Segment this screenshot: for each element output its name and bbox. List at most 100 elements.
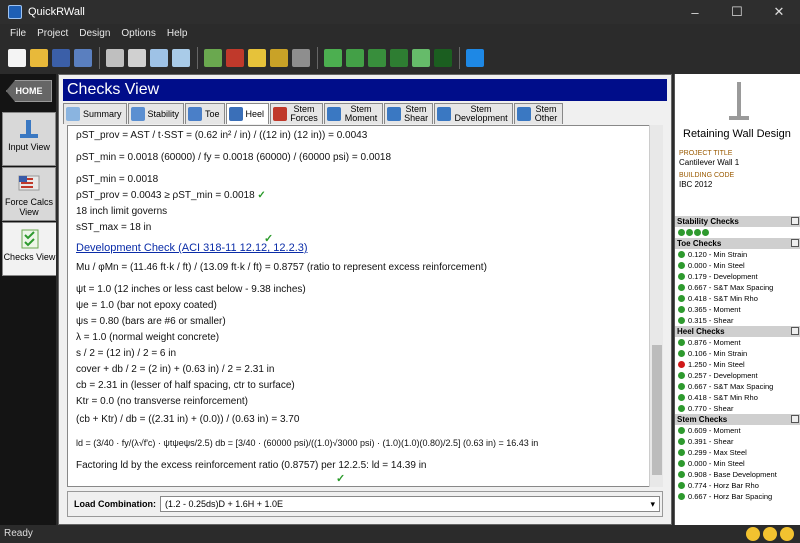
- check-item[interactable]: 0.000 - Min Steel: [675, 458, 800, 469]
- collapse-icon[interactable]: [791, 327, 799, 335]
- ruler-icon[interactable]: [248, 49, 266, 67]
- check-item[interactable]: 0.257 - Development: [675, 370, 800, 381]
- check-item[interactable]: 0.000 - Min Steel: [675, 260, 800, 271]
- check-item-text: 0.418 - S&T Min Rho: [688, 393, 758, 402]
- check-item[interactable]: 0.609 - Moment: [675, 425, 800, 436]
- smiley-icon[interactable]: [780, 527, 794, 541]
- tab-stem-development[interactable]: Stem Development: [434, 103, 514, 124]
- check-item[interactable]: 0.667 - S&T Max Spacing: [675, 381, 800, 392]
- menu-options[interactable]: Options: [121, 28, 155, 39]
- check-item[interactable]: 0.106 - Min Strain: [675, 348, 800, 359]
- tab-stem-other[interactable]: Stem Other: [514, 103, 564, 124]
- project-title-label: PROJECT TITLE: [679, 150, 733, 157]
- tab-stem-moment[interactable]: Stem Moment: [324, 103, 384, 124]
- print-icon[interactable]: [106, 49, 124, 67]
- wall-type-1-icon[interactable]: [324, 49, 342, 67]
- check-mark-icon: ✓: [257, 190, 266, 201]
- check-item[interactable]: 0.365 - Moment: [675, 304, 800, 315]
- tab-toe[interactable]: Toe: [185, 103, 225, 124]
- tab-summary[interactable]: Summary: [63, 103, 127, 124]
- development-check-title[interactable]: Development Check (ACI 318-11 12.12, 12.…: [76, 242, 308, 254]
- maximize-button[interactable]: ☐: [716, 0, 758, 24]
- menu-design[interactable]: Design: [79, 28, 110, 39]
- check-item[interactable]: 0.391 - Shear: [675, 436, 800, 447]
- check-item-text: 0.774 - Horz Bar Rho: [688, 481, 759, 490]
- wall-type-5-icon[interactable]: [412, 49, 430, 67]
- print-preview-icon[interactable]: [128, 49, 146, 67]
- stem-other-icon: [517, 107, 532, 121]
- load-combination-select[interactable]: (1.2 - 0.25ds)D + 1.6H + 1.0E ▾: [160, 496, 660, 512]
- collapse-icon[interactable]: [791, 217, 799, 225]
- help-icon[interactable]: [466, 49, 484, 67]
- hint-bulb-icon[interactable]: [746, 527, 760, 541]
- project-title-value: Cantilever Wall 1: [679, 158, 740, 167]
- check-item[interactable]: 0.315 - Shear: [675, 315, 800, 326]
- scrollbar-thumb[interactable]: [652, 345, 662, 475]
- save-icon[interactable]: [52, 49, 70, 67]
- check-item[interactable]: 0.418 - S&T Min Rho: [675, 293, 800, 304]
- check-group-header[interactable]: Stem Checks: [675, 414, 800, 425]
- menu-file[interactable]: File: [10, 28, 26, 39]
- check-item-text: 0.908 - Base Development: [688, 470, 777, 479]
- check-item[interactable]: 0.667 - Horz Bar Spacing: [675, 491, 800, 502]
- tab-stem-shear[interactable]: Stem Shear: [384, 103, 434, 124]
- collapse-icon[interactable]: [791, 239, 799, 247]
- tab-stem-forces[interactable]: Stem Forces: [270, 103, 324, 124]
- check-item[interactable]: 0.418 - S&T Min Rho: [675, 392, 800, 403]
- menu-help[interactable]: Help: [167, 28, 188, 39]
- check-groups: Toe Checks 0.120 - Min Strain 0.000 - Min …: [675, 238, 800, 502]
- wall-type-2-icon[interactable]: [346, 49, 364, 67]
- app-icon: [8, 5, 22, 19]
- summary-icon: [66, 107, 80, 121]
- wall-type-4-icon[interactable]: [390, 49, 408, 67]
- toe-icon: [188, 107, 203, 121]
- pass-dot-icon: [686, 229, 693, 236]
- menu-project[interactable]: Project: [37, 28, 68, 39]
- stability-checks-header[interactable]: Stability Checks: [675, 216, 800, 227]
- wall-type-6-icon[interactable]: [434, 49, 452, 67]
- nav-input-view[interactable]: Input View: [2, 112, 56, 166]
- smiley-icon[interactable]: [763, 527, 777, 541]
- units-icon[interactable]: [270, 49, 288, 67]
- content-scrollbar[interactable]: [649, 125, 663, 487]
- open-folder-icon[interactable]: [30, 49, 48, 67]
- chevron-down-icon: ▾: [650, 498, 655, 509]
- stop-icon[interactable]: [226, 49, 244, 67]
- check-group-header[interactable]: Toe Checks: [675, 238, 800, 249]
- calc-line: ld = (3/40 · fy/(λ√f'c) · ψtψeψs/2.5) db…: [76, 438, 539, 448]
- check-group-header[interactable]: Heel Checks: [675, 326, 800, 337]
- run-design-icon[interactable]: [204, 49, 222, 67]
- wall-type-3-icon[interactable]: [368, 49, 386, 67]
- calc-line: ρST_prov = 0.0043 ≥ ρST_min = 0.0018 ✓: [76, 190, 266, 201]
- calculator-icon[interactable]: [292, 49, 310, 67]
- check-item-text: 0.000 - Min Steel: [688, 459, 745, 468]
- status-icons: [743, 527, 794, 541]
- calc-line: λ = 1.0 (normal weight concrete): [76, 332, 220, 343]
- export-icon[interactable]: [172, 49, 190, 67]
- nav-force-calcs-view[interactable]: Force Calcs View: [2, 167, 56, 221]
- fail-dot-icon: [678, 361, 685, 368]
- save-as-icon[interactable]: [74, 49, 92, 67]
- new-file-icon[interactable]: [8, 49, 26, 67]
- collapse-icon[interactable]: [791, 415, 799, 423]
- home-button[interactable]: HOME: [6, 80, 52, 102]
- pass-dot-icon: [678, 273, 685, 280]
- checks-diagram-icon: [21, 229, 38, 249]
- calc-line: cover + db / 2 = (2 in) + (0.63 in) / 2 …: [76, 364, 275, 375]
- check-item[interactable]: 0.774 - Horz Bar Rho: [675, 480, 800, 491]
- check-item[interactable]: 0.770 - Shear: [675, 403, 800, 414]
- check-item[interactable]: 0.299 - Max Steel: [675, 447, 800, 458]
- check-item[interactable]: 1.250 - Min Steel: [675, 359, 800, 370]
- tab-stability[interactable]: Stability: [127, 103, 185, 124]
- close-button[interactable]: ✕: [758, 0, 800, 24]
- copy-icon[interactable]: [150, 49, 168, 67]
- check-item[interactable]: 0.667 - S&T Max Spacing: [675, 282, 800, 293]
- check-item[interactable]: 0.179 - Development: [675, 271, 800, 282]
- check-item[interactable]: 0.120 - Min Strain: [675, 249, 800, 260]
- tab-heel[interactable]: Heel: [225, 103, 270, 124]
- nav-checks-view[interactable]: Checks View: [2, 222, 56, 276]
- check-item[interactable]: 0.908 - Base Development: [675, 469, 800, 480]
- check-item-text: 0.000 - Min Steel: [688, 261, 745, 270]
- check-item[interactable]: 0.876 - Moment: [675, 337, 800, 348]
- minimize-button[interactable]: –: [674, 0, 716, 24]
